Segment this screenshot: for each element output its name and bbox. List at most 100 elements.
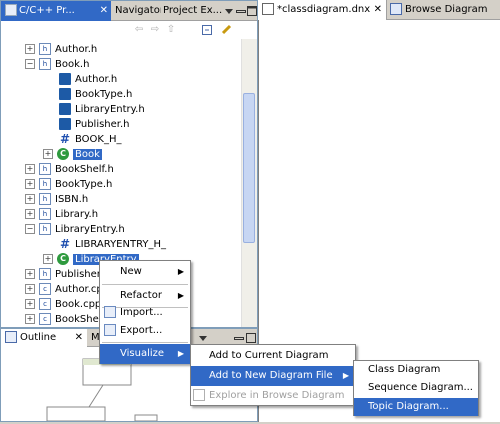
header-file-icon: h <box>39 58 51 70</box>
tab-navigator[interactable]: Navigator <box>111 1 161 21</box>
new-diagram-submenu: Class Diagram Sequence Diagram... Topic … <box>353 360 479 416</box>
menu-item-export-label: Export... <box>120 325 163 336</box>
menu-item-label: Add to Current Diagram <box>209 350 329 361</box>
expand-icon[interactable]: + <box>25 314 35 324</box>
expand-icon[interactable]: + <box>43 254 53 264</box>
tab-project-explorer[interactable]: Project Ex... <box>159 1 223 21</box>
menu-item-topic-diagram[interactable]: Topic Diagram... <box>354 398 478 416</box>
menu-item-new[interactable]: New ▶ <box>100 262 190 282</box>
menu-item-new-label: New <box>120 266 142 277</box>
tree-item-label: Book.cpp <box>55 299 102 310</box>
scrollbar-thumb[interactable] <box>243 93 255 243</box>
collapse-icon[interactable]: − <box>25 224 35 234</box>
menu-item-add-to-current-diagram[interactable]: Add to Current Diagram <box>191 346 355 366</box>
tree-item[interactable]: Publisher.h <box>59 118 130 132</box>
menu-item-visualize[interactable]: Visualize ▶ <box>100 344 190 364</box>
tree-item-label: ISBN.h <box>55 194 89 205</box>
expand-icon[interactable]: + <box>25 299 35 309</box>
tree-item[interactable]: LibraryEntry.h <box>59 103 145 117</box>
header-file-icon: h <box>39 193 51 205</box>
close-icon[interactable]: ✕ <box>374 0 382 20</box>
collapse-icon[interactable]: − <box>25 59 35 69</box>
close-icon[interactable]: ✕ <box>75 329 83 347</box>
menu-item-sequence-diagram[interactable]: Sequence Diagram... <box>354 379 478 397</box>
browse-diagram-icon <box>193 389 205 401</box>
tree-item[interactable]: + h Publisher.h <box>25 268 110 282</box>
up-arrow-icon[interactable]: ⇧ <box>165 24 177 36</box>
tree-item[interactable]: Author.h <box>59 73 117 87</box>
tree-item[interactable]: + C Book <box>43 148 102 162</box>
expand-icon[interactable]: + <box>25 194 35 204</box>
header-file-icon: h <box>39 208 51 220</box>
menu-item-import[interactable]: Import... <box>100 303 190 323</box>
submenu-arrow-icon: ▶ <box>177 267 184 276</box>
menu-item-class-diagram[interactable]: Class Diagram <box>354 361 478 379</box>
collapse-all-icon[interactable] <box>201 24 213 36</box>
minimize-icon[interactable] <box>233 332 245 344</box>
menu-item-label: Sequence Diagram... <box>368 382 473 393</box>
expand-icon[interactable]: + <box>43 149 53 159</box>
expand-icon[interactable]: + <box>25 164 35 174</box>
tree-item-label: BookType.h <box>55 179 113 190</box>
view-menu-icon[interactable] <box>197 332 209 344</box>
tree-item[interactable]: − h Book.h <box>25 58 89 72</box>
menu-item-add-to-new-diagram-file[interactable]: Add to New Diagram File ▶ <box>191 366 355 386</box>
tab-cpp-projects[interactable]: C/C++ Pr... ✕ <box>1 1 111 21</box>
editor-tab-bar: *classdiagram.dnx ✕ Browse Diagram <box>258 0 500 20</box>
tab-classdiagram[interactable]: *classdiagram.dnx ✕ <box>258 0 387 20</box>
maximize-icon[interactable] <box>246 5 258 17</box>
tab-cpp-projects-label: C/C++ Pr... <box>19 5 75 16</box>
tree-item-label: LIBRARYENTRY_H_ <box>75 239 167 250</box>
tree-item-label: BookType.h <box>75 89 133 100</box>
tree-item[interactable]: + h Author.h <box>25 43 97 57</box>
tab-browse-diagram[interactable]: Browse Diagram <box>386 0 500 20</box>
menu-item-label: Add to New Diagram File <box>209 370 333 381</box>
tree-item[interactable]: − h LibraryEntry.h <box>25 223 125 237</box>
back-arrow-icon[interactable]: ⇦ <box>133 24 145 36</box>
tree-item[interactable]: + h ISBN.h <box>25 193 88 207</box>
visualize-submenu: Add to Current Diagram Add to New Diagra… <box>190 344 356 406</box>
cpp-projects-icon <box>5 4 17 16</box>
include-icon <box>59 88 71 100</box>
menu-item-import-label: Import... <box>120 307 163 318</box>
forward-arrow-icon[interactable]: ⇨ <box>149 24 161 36</box>
link-with-editor-icon[interactable] <box>221 24 233 36</box>
include-icon <box>59 73 71 85</box>
tree-item[interactable]: # LIBRARYENTRY_H_ <box>59 238 166 252</box>
maximize-icon[interactable] <box>245 332 257 344</box>
tree-item[interactable]: + c Author.cpp <box>25 283 109 297</box>
tree-item-label: Library.h <box>55 209 99 220</box>
tree-item-label: BookShelf.h <box>55 164 114 175</box>
menu-item-label: Topic Diagram... <box>368 401 449 412</box>
macro-icon: # <box>59 237 71 251</box>
tab-outline[interactable]: Outline ✕ <box>1 329 87 347</box>
context-menu: New ▶ Refactor ▶ Import... Export... Visua… <box>99 260 191 364</box>
tree-item-label: Book <box>73 149 102 160</box>
outline-icon <box>5 331 17 343</box>
tree-item[interactable]: # BOOK_H_ <box>59 133 122 147</box>
expand-icon[interactable]: + <box>25 269 35 279</box>
expand-icon[interactable]: + <box>25 209 35 219</box>
expand-icon[interactable]: + <box>25 44 35 54</box>
header-file-icon: h <box>39 43 51 55</box>
tree-item[interactable]: + h Library.h <box>25 208 98 222</box>
submenu-arrow-icon: ▶ <box>177 349 184 358</box>
view-toolbar: ⇦ ⇨ ⇧ <box>1 21 257 39</box>
menu-item-visualize-label: Visualize <box>120 348 165 359</box>
tree-item-label: LibraryEntry.h <box>75 104 145 115</box>
close-icon[interactable]: ✕ <box>100 1 108 21</box>
tree-item[interactable]: + c Book.cpp <box>25 298 101 312</box>
source-file-icon: c <box>39 283 51 295</box>
view-menu-icon[interactable] <box>223 5 235 17</box>
tree-item-label: Author.h <box>75 74 118 85</box>
menu-item-export[interactable]: Export... <box>100 321 190 341</box>
expand-icon[interactable]: + <box>25 179 35 189</box>
menu-separator <box>102 342 188 343</box>
source-file-icon: c <box>39 313 51 325</box>
left-tab-bar: C/C++ Pr... ✕ Navigator Project Ex... <box>1 1 257 21</box>
export-icon <box>104 324 116 336</box>
expand-icon[interactable]: + <box>25 284 35 294</box>
tree-item[interactable]: BookType.h <box>59 88 132 102</box>
tree-item[interactable]: + h BookShelf.h <box>25 163 114 177</box>
tree-item[interactable]: + h BookType.h <box>25 178 112 192</box>
